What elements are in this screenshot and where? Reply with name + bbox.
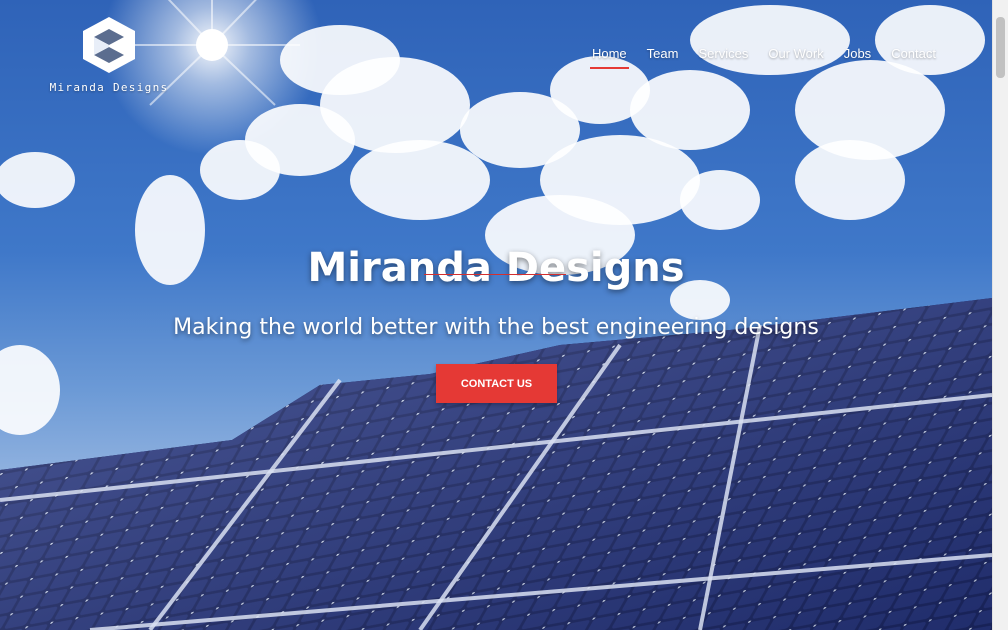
nav-item-jobs[interactable]: Jobs <box>844 46 871 69</box>
scrollbar-thumb[interactable] <box>996 17 1005 78</box>
main-nav: Home Team Services Our Work Jobs Contact <box>590 46 936 69</box>
logo-cube-icon <box>83 17 135 73</box>
title-divider <box>424 274 566 275</box>
contact-us-button[interactable]: CONTACT US <box>436 364 557 403</box>
hero-subtitle: Making the world better with the best en… <box>173 315 819 340</box>
hero-section: Miranda Designs Home Team Services Our W… <box>0 0 992 630</box>
page-viewport: Miranda Designs Home Team Services Our W… <box>0 0 1008 630</box>
site-logo[interactable]: Miranda Designs <box>48 16 170 94</box>
nav-item-team[interactable]: Team <box>647 46 679 69</box>
hero-title: Miranda Designs <box>307 244 685 291</box>
nav-item-services[interactable]: Services <box>698 46 748 69</box>
nav-item-our-work[interactable]: Our Work <box>768 46 823 69</box>
page-scrollbar[interactable] <box>992 0 1008 630</box>
nav-item-contact[interactable]: Contact <box>891 46 936 69</box>
logo-text: Miranda Designs <box>49 81 169 94</box>
nav-item-home[interactable]: Home <box>590 46 629 69</box>
